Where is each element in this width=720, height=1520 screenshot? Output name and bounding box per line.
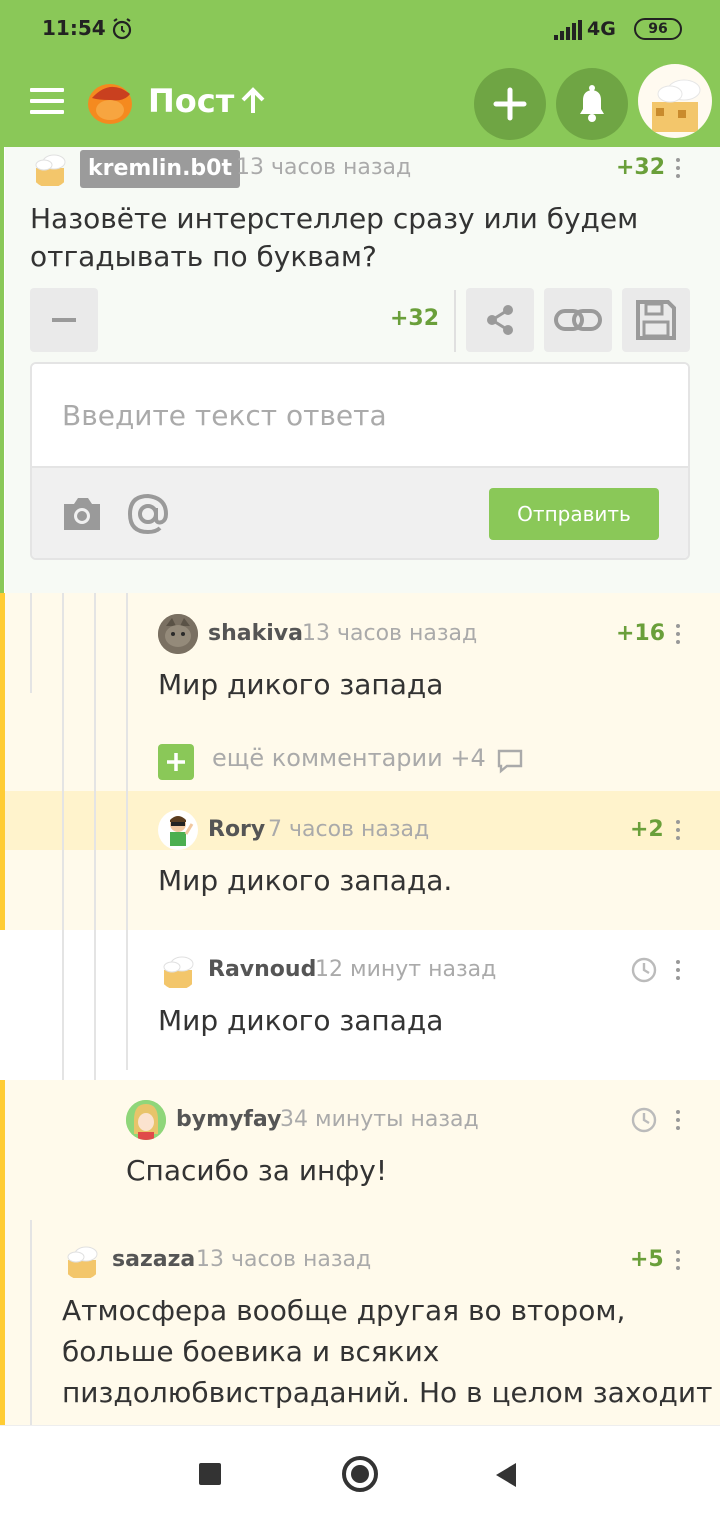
network-label: 4G: [587, 18, 616, 40]
app-header: 11:54 4G 96 Пост: [0, 0, 720, 147]
more-options-icon[interactable]: [675, 960, 681, 984]
character-avatar-icon: [170, 816, 194, 846]
thread-line: [30, 593, 32, 693]
clock-icon: [631, 957, 657, 983]
comment-bubble-icon: [497, 749, 523, 774]
save-icon: [636, 300, 676, 340]
avatar[interactable]: [30, 148, 70, 188]
back-button[interactable]: [494, 1462, 518, 1488]
menu-icon[interactable]: [30, 88, 64, 114]
downvote-button[interactable]: [30, 288, 98, 352]
status-bar: 11:54 4G 96: [0, 0, 720, 60]
more-comments-link[interactable]: ещё комментарии +4: [212, 744, 486, 772]
avatar[interactable]: [62, 1240, 102, 1280]
default-avatar-icon: [652, 79, 701, 132]
comment-time: 13 часов назад: [302, 621, 478, 646]
comment-text-line: пиздолюбвистраданий. Но в целом заходит: [62, 1376, 713, 1409]
comment-author[interactable]: Rory: [208, 817, 265, 842]
comment-time: 13 часов назад: [236, 155, 412, 180]
avatar[interactable]: [158, 950, 198, 990]
system-nav-bar: [0, 1425, 720, 1520]
comment-rating: +5: [630, 1247, 664, 1272]
alarm-icon: [112, 18, 132, 40]
comment-rating: +32: [616, 155, 666, 180]
avatar[interactable]: [126, 1100, 166, 1140]
comment-rating: +2: [630, 817, 664, 842]
link-icon: [554, 309, 602, 331]
comment-text-line: больше боевика и всяких: [62, 1335, 440, 1368]
comment-text: Мир дикого запада.: [158, 864, 453, 897]
signal-icon: [554, 20, 582, 40]
battery-indicator: 96: [634, 18, 682, 40]
expand-comments-button[interactable]: [158, 744, 194, 780]
cat-avatar-icon: [158, 614, 198, 654]
comment-text: Мир дикого запада: [158, 668, 444, 701]
notifications-button[interactable]: [556, 68, 628, 140]
comment-rating: +16: [616, 621, 666, 646]
divider: [454, 290, 456, 352]
bell-icon: [580, 85, 604, 122]
more-options-icon[interactable]: [675, 158, 681, 182]
save-button[interactable]: [622, 288, 690, 352]
comment-author[interactable]: bymyfay: [176, 1107, 281, 1132]
anime-avatar-icon: [126, 1100, 166, 1140]
minus-icon: [52, 318, 76, 322]
add-post-button[interactable]: [474, 68, 546, 140]
recents-button[interactable]: [199, 1463, 221, 1485]
thread-line: [126, 791, 128, 1070]
share-button[interactable]: [466, 288, 534, 352]
status-time: 11:54: [42, 16, 106, 40]
default-avatar-icon: [67, 1246, 98, 1278]
clock-icon: [631, 1107, 657, 1133]
inline-rating: +32: [390, 306, 440, 331]
comment-author[interactable]: Ravnoud: [208, 957, 316, 982]
comment-time: 7 часов назад: [268, 817, 430, 842]
plus-icon: [167, 753, 185, 771]
comment-text: Назовёте интерстеллер сразу или будем от…: [30, 202, 639, 273]
copy-link-button[interactable]: [544, 288, 612, 352]
page-title: Пост: [148, 82, 235, 120]
default-avatar-icon: [35, 154, 66, 186]
comment-author[interactable]: sazaza: [112, 1247, 195, 1272]
reply-toolbar: Отправить: [32, 466, 688, 558]
comment-text: Мир дикого запада: [158, 1004, 444, 1037]
home-button[interactable]: [342, 1456, 378, 1492]
share-icon: [487, 305, 513, 335]
comment-time: 12 минут назад: [315, 957, 497, 982]
comment-time: 13 часов назад: [196, 1247, 372, 1272]
send-button[interactable]: Отправить: [489, 488, 659, 540]
comment-author[interactable]: kremlin.b0t: [80, 150, 240, 188]
reply-input[interactable]: [32, 364, 688, 466]
more-options-icon[interactable]: [675, 1110, 681, 1134]
default-avatar-icon: [163, 956, 194, 988]
thread-line: [30, 1220, 32, 1425]
comment-text-line: Атмосфера вообще другая во втором,: [62, 1294, 626, 1327]
more-options-icon[interactable]: [675, 1250, 681, 1274]
comment-text: Спасибо за инфу!: [126, 1154, 388, 1187]
pikabu-logo-icon[interactable]: [80, 72, 136, 128]
avatar[interactable]: [158, 614, 198, 654]
camera-icon[interactable]: [60, 494, 104, 534]
comment-time: 34 минуты назад: [280, 1107, 479, 1132]
comment-highlight-bar: [0, 147, 4, 593]
comment-author[interactable]: shakiva: [208, 621, 303, 646]
plus-icon: [493, 87, 527, 121]
comment-block-bymyfay: [5, 1080, 720, 1220]
mention-icon[interactable]: [126, 492, 170, 536]
avatar[interactable]: [158, 810, 198, 850]
more-options-icon[interactable]: [675, 820, 681, 844]
user-avatar[interactable]: [638, 64, 712, 138]
arrow-up-icon[interactable]: [240, 87, 266, 115]
more-options-icon[interactable]: [675, 624, 681, 648]
reply-form: Отправить: [30, 362, 690, 560]
